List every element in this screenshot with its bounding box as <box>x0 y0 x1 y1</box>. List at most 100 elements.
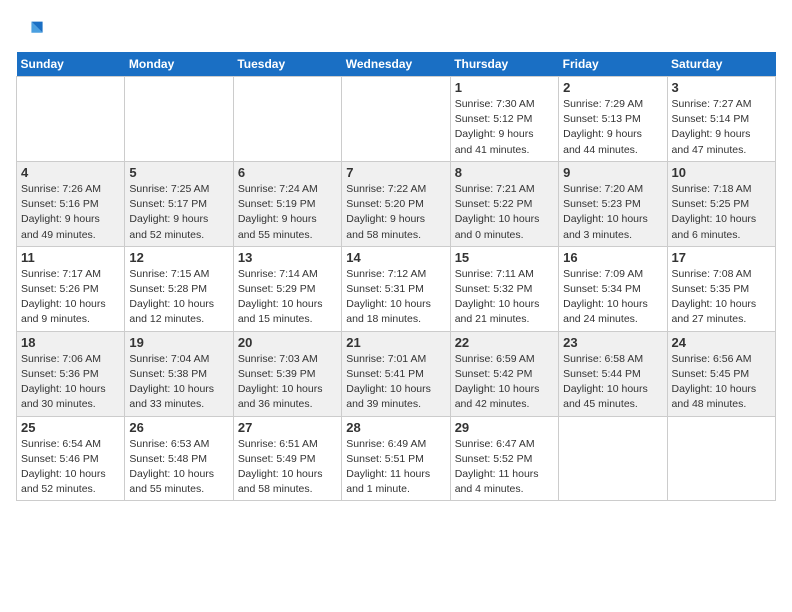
day-number: 6 <box>238 165 337 180</box>
calendar-cell: 16Sunrise: 7:09 AM Sunset: 5:34 PM Dayli… <box>559 246 667 331</box>
calendar-cell <box>125 77 233 162</box>
day-info: Sunrise: 6:51 AM Sunset: 5:49 PM Dayligh… <box>238 437 337 498</box>
header-thursday: Thursday <box>450 52 558 77</box>
day-info: Sunrise: 7:17 AM Sunset: 5:26 PM Dayligh… <box>21 267 120 328</box>
logo-icon <box>16 16 44 44</box>
day-info: Sunrise: 6:47 AM Sunset: 5:52 PM Dayligh… <box>455 437 554 498</box>
day-info: Sunrise: 6:54 AM Sunset: 5:46 PM Dayligh… <box>21 437 120 498</box>
day-info: Sunrise: 7:21 AM Sunset: 5:22 PM Dayligh… <box>455 182 554 243</box>
calendar-cell <box>667 416 775 501</box>
header-friday: Friday <box>559 52 667 77</box>
calendar-cell: 6 Sunrise: 7:24 AM Sunset: 5:19 PM Daylig… <box>233 161 341 246</box>
day-info: Sunrise: 7:12 AM Sunset: 5:31 PM Dayligh… <box>346 267 445 328</box>
day-number: 10 <box>672 165 771 180</box>
calendar-cell: 14 Sunrise: 7:12 AM Sunset: 5:31 PM Dayli… <box>342 246 450 331</box>
day-number: 27 <box>238 420 337 435</box>
day-number: 11 <box>21 250 120 265</box>
calendar-cell: 7 Sunrise: 7:22 AM Sunset: 5:20 PM Daylig… <box>342 161 450 246</box>
day-number: 20 <box>238 335 337 350</box>
calendar-cell: 27 Sunrise: 6:51 AM Sunset: 5:49 PM Dayli… <box>233 416 341 501</box>
day-number: 8 <box>455 165 554 180</box>
header-sunday: Sunday <box>17 52 125 77</box>
day-info: Sunrise: 7:14 AM Sunset: 5:29 PM Dayligh… <box>238 267 337 328</box>
day-number: 2 <box>563 80 662 95</box>
calendar-cell: 11 Sunrise: 7:17 AM Sunset: 5:26 PM Dayli… <box>17 246 125 331</box>
calendar-cell: 12Sunrise: 7:15 AM Sunset: 5:28 PM Dayli… <box>125 246 233 331</box>
day-info: Sunrise: 7:29 AM Sunset: 5:13 PM Dayligh… <box>563 97 662 158</box>
day-info: Sunrise: 7:25 AM Sunset: 5:17 PM Dayligh… <box>129 182 228 243</box>
calendar-week-row: 25 Sunrise: 6:54 AM Sunset: 5:46 PM Dayli… <box>17 416 776 501</box>
day-info: Sunrise: 7:06 AM Sunset: 5:36 PM Dayligh… <box>21 352 120 413</box>
calendar-cell <box>17 77 125 162</box>
day-info: Sunrise: 7:15 AM Sunset: 5:28 PM Dayligh… <box>129 267 228 328</box>
day-number: 9 <box>563 165 662 180</box>
day-info: Sunrise: 7:08 AM Sunset: 5:35 PM Dayligh… <box>672 267 771 328</box>
day-info: Sunrise: 7:11 AM Sunset: 5:32 PM Dayligh… <box>455 267 554 328</box>
calendar-cell: 15 Sunrise: 7:11 AM Sunset: 5:32 PM Dayli… <box>450 246 558 331</box>
calendar-cell: 3 Sunrise: 7:27 AM Sunset: 5:14 PM Daylig… <box>667 77 775 162</box>
day-number: 19 <box>129 335 228 350</box>
calendar-cell: 19 Sunrise: 7:04 AM Sunset: 5:38 PM Dayli… <box>125 331 233 416</box>
day-info: Sunrise: 6:58 AM Sunset: 5:44 PM Dayligh… <box>563 352 662 413</box>
day-info: Sunrise: 7:27 AM Sunset: 5:14 PM Dayligh… <box>672 97 771 158</box>
day-number: 1 <box>455 80 554 95</box>
day-number: 15 <box>455 250 554 265</box>
day-number: 22 <box>455 335 554 350</box>
calendar-cell: 8 Sunrise: 7:21 AM Sunset: 5:22 PM Daylig… <box>450 161 558 246</box>
calendar-cell: 5 Sunrise: 7:25 AM Sunset: 5:17 PM Daylig… <box>125 161 233 246</box>
calendar-cell: 17 Sunrise: 7:08 AM Sunset: 5:35 PM Dayli… <box>667 246 775 331</box>
calendar-cell: 28 Sunrise: 6:49 AM Sunset: 5:51 PM Dayli… <box>342 416 450 501</box>
header-tuesday: Tuesday <box>233 52 341 77</box>
calendar-table: SundayMondayTuesdayWednesdayThursdayFrid… <box>16 52 776 501</box>
day-number: 26 <box>129 420 228 435</box>
calendar-cell: 13 Sunrise: 7:14 AM Sunset: 5:29 PM Dayli… <box>233 246 341 331</box>
day-info: Sunrise: 7:26 AM Sunset: 5:16 PM Dayligh… <box>21 182 120 243</box>
calendar-cell: 21Sunrise: 7:01 AM Sunset: 5:41 PM Dayli… <box>342 331 450 416</box>
calendar-week-row: 1 Sunrise: 7:30 AM Sunset: 5:12 PM Daylig… <box>17 77 776 162</box>
day-number: 25 <box>21 420 120 435</box>
calendar-cell: 25 Sunrise: 6:54 AM Sunset: 5:46 PM Dayli… <box>17 416 125 501</box>
day-info: Sunrise: 7:09 AM Sunset: 5:34 PM Dayligh… <box>563 267 662 328</box>
day-info: Sunrise: 7:03 AM Sunset: 5:39 PM Dayligh… <box>238 352 337 413</box>
day-number: 3 <box>672 80 771 95</box>
header-wednesday: Wednesday <box>342 52 450 77</box>
logo <box>16 16 48 44</box>
day-info: Sunrise: 7:24 AM Sunset: 5:19 PM Dayligh… <box>238 182 337 243</box>
calendar-cell <box>342 77 450 162</box>
day-info: Sunrise: 7:04 AM Sunset: 5:38 PM Dayligh… <box>129 352 228 413</box>
calendar-header-row: SundayMondayTuesdayWednesdayThursdayFrid… <box>17 52 776 77</box>
day-number: 18 <box>21 335 120 350</box>
calendar-cell <box>559 416 667 501</box>
calendar-cell: 24 Sunrise: 6:56 AM Sunset: 5:45 PM Dayli… <box>667 331 775 416</box>
day-number: 24 <box>672 335 771 350</box>
day-info: Sunrise: 6:56 AM Sunset: 5:45 PM Dayligh… <box>672 352 771 413</box>
page-header <box>16 16 776 44</box>
day-info: Sunrise: 7:20 AM Sunset: 5:23 PM Dayligh… <box>563 182 662 243</box>
day-info: Sunrise: 6:59 AM Sunset: 5:42 PM Dayligh… <box>455 352 554 413</box>
day-number: 4 <box>21 165 120 180</box>
calendar-week-row: 11 Sunrise: 7:17 AM Sunset: 5:26 PM Dayli… <box>17 246 776 331</box>
calendar-cell: 29Sunrise: 6:47 AM Sunset: 5:52 PM Dayli… <box>450 416 558 501</box>
calendar-week-row: 18 Sunrise: 7:06 AM Sunset: 5:36 PM Dayli… <box>17 331 776 416</box>
header-saturday: Saturday <box>667 52 775 77</box>
calendar-cell: 18 Sunrise: 7:06 AM Sunset: 5:36 PM Dayli… <box>17 331 125 416</box>
calendar-cell: 22 Sunrise: 6:59 AM Sunset: 5:42 PM Dayli… <box>450 331 558 416</box>
day-info: Sunrise: 7:22 AM Sunset: 5:20 PM Dayligh… <box>346 182 445 243</box>
calendar-cell: 23Sunrise: 6:58 AM Sunset: 5:44 PM Dayli… <box>559 331 667 416</box>
calendar-cell <box>233 77 341 162</box>
day-info: Sunrise: 7:30 AM Sunset: 5:12 PM Dayligh… <box>455 97 554 158</box>
calendar-cell: 2 Sunrise: 7:29 AM Sunset: 5:13 PM Daylig… <box>559 77 667 162</box>
day-number: 28 <box>346 420 445 435</box>
calendar-cell: 9 Sunrise: 7:20 AM Sunset: 5:23 PM Daylig… <box>559 161 667 246</box>
day-number: 7 <box>346 165 445 180</box>
day-info: Sunrise: 6:49 AM Sunset: 5:51 PM Dayligh… <box>346 437 445 498</box>
calendar-cell: 20 Sunrise: 7:03 AM Sunset: 5:39 PM Dayli… <box>233 331 341 416</box>
day-number: 17 <box>672 250 771 265</box>
day-number: 5 <box>129 165 228 180</box>
day-info: Sunrise: 7:01 AM Sunset: 5:41 PM Dayligh… <box>346 352 445 413</box>
day-number: 13 <box>238 250 337 265</box>
header-monday: Monday <box>125 52 233 77</box>
day-number: 14 <box>346 250 445 265</box>
day-info: Sunrise: 6:53 AM Sunset: 5:48 PM Dayligh… <box>129 437 228 498</box>
calendar-cell: 10Sunrise: 7:18 AM Sunset: 5:25 PM Dayli… <box>667 161 775 246</box>
